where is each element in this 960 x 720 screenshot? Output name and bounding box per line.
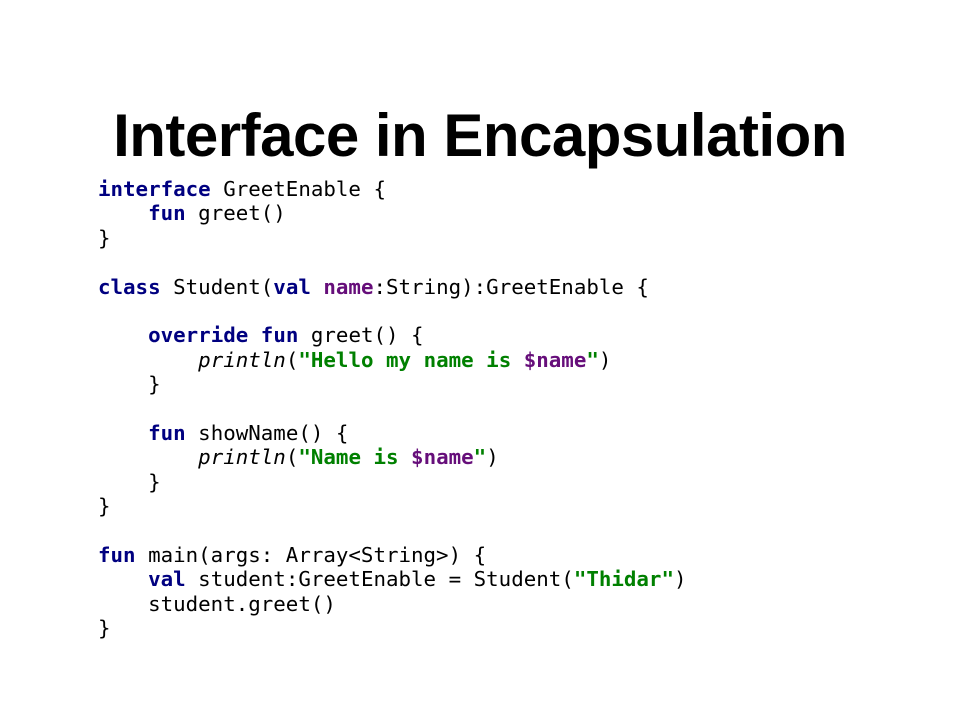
code-line: fun main(args: Array<String>) {	[98, 543, 687, 567]
code-line: fun greet()	[98, 201, 687, 225]
code-string: "Name is	[298, 445, 412, 470]
code-text: main(args: Array<String>) {	[135, 542, 487, 567]
code-text: GreetEnable {	[210, 177, 386, 201]
code-template: $name	[411, 445, 474, 470]
code-text: Student(	[160, 274, 274, 299]
code-keyword: interface	[98, 177, 211, 201]
code-text: greet()	[185, 201, 286, 226]
code-keyword: val	[273, 274, 311, 299]
code-line: println("Name is $name")	[98, 445, 687, 469]
code-string: "Thidar"	[573, 567, 674, 592]
code-line: override fun greet() {	[98, 323, 687, 347]
code-template: $name	[523, 347, 587, 372]
code-function-call: println	[198, 445, 286, 470]
code-text: student.greet()	[98, 591, 336, 616]
code-keyword: fun	[98, 542, 136, 567]
code-line: class Student(val name:String):GreetEnab…	[98, 275, 687, 299]
code-keyword: fun	[260, 323, 299, 348]
code-line: fun showName() {	[98, 421, 687, 445]
code-text: :String):GreetEnable {	[373, 274, 649, 299]
code-keyword: val	[148, 567, 186, 592]
code-text: }	[98, 225, 111, 250]
code-line: }	[98, 494, 687, 518]
code-text: showName() {	[185, 420, 349, 445]
code-line: }	[98, 372, 687, 396]
code-text: }	[98, 469, 161, 494]
code-keyword: class	[98, 274, 161, 299]
code-line: }	[98, 226, 687, 250]
code-line: val student:GreetEnable = Student("Thida…	[98, 567, 687, 592]
code-line: student.greet()	[98, 592, 687, 616]
code-string: "Hello my name is	[298, 347, 524, 372]
code-text: }	[98, 372, 161, 397]
code-block: interface GreetEnable { fun greet()} cla…	[98, 177, 687, 640]
code-line: interface GreetEnable {	[98, 177, 687, 201]
code-text: (	[285, 445, 299, 470]
code-keyword: fun	[148, 201, 186, 226]
code-text: (	[285, 347, 299, 372]
code-keyword: override	[148, 323, 249, 348]
code-line: println("Hello my name is $name")	[98, 348, 687, 372]
code-line: }	[98, 616, 687, 640]
code-text: student:GreetEnable = Student(	[185, 567, 574, 592]
code-text: )	[598, 347, 612, 372]
slide-title: Interface in Encapsulation	[113, 102, 847, 170]
code-string: "	[586, 347, 599, 372]
code-text: )	[486, 445, 499, 470]
code-line: }	[98, 470, 687, 494]
code-text: }	[98, 616, 111, 641]
code-text: }	[98, 494, 111, 519]
code-keyword: fun	[148, 420, 186, 445]
code-string: "	[473, 445, 487, 470]
code-text: greet() {	[298, 323, 424, 348]
code-text: )	[673, 567, 687, 592]
code-function-call: println	[198, 347, 286, 372]
code-property: name	[323, 274, 374, 299]
